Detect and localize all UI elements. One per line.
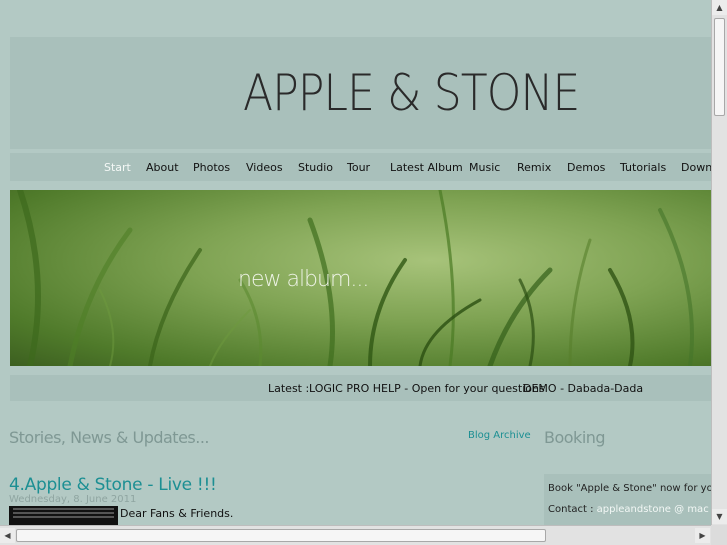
contact-label: Contact : (548, 504, 594, 515)
post-excerpt: Dear Fans & Friends. (120, 507, 234, 520)
booking-box (544, 474, 711, 525)
booking-title: Booking (544, 428, 606, 447)
nav-item-tour[interactable]: Tour (347, 161, 370, 174)
latest-label: Latest : (268, 382, 310, 395)
site-title: APPLE & STONE (243, 64, 580, 122)
nav-item-demos[interactable]: Demos (567, 161, 605, 174)
booking-text: Book "Apple & Stone" now for you (548, 483, 711, 494)
section-title: Stories, News & Updates... (9, 428, 210, 447)
post-title-link[interactable]: 4.Apple & Stone - Live !!! (9, 475, 217, 495)
nav-item-latest-album[interactable]: Latest Album (390, 161, 463, 174)
horizontal-scroll-thumb[interactable] (16, 529, 546, 542)
scroll-right-icon[interactable]: ▶ (695, 528, 710, 543)
nav-item-tutorials[interactable]: Tutorials (620, 161, 666, 174)
vertical-scrollbar[interactable]: ▲ ▼ (711, 0, 727, 525)
latest-link-logic-pro[interactable]: LOGIC PRO HELP - Open for your questions (309, 382, 545, 395)
nav-item-start[interactable]: Start (104, 161, 131, 174)
nav-item-remix[interactable]: Remix (517, 161, 551, 174)
nav-item-videos[interactable]: Videos (246, 161, 283, 174)
nav-item-studio[interactable]: Studio (298, 161, 333, 174)
scrollbar-corner (711, 525, 727, 545)
booking-contact: Contact : appleandstone @ mac (548, 504, 709, 515)
nav-item-photos[interactable]: Photos (193, 161, 230, 174)
contact-email-link[interactable]: appleandstone @ mac (597, 504, 709, 515)
latest-link-demo[interactable]: DEMO - Dabada-Dada (523, 382, 643, 395)
vertical-scroll-thumb[interactable] (714, 18, 725, 116)
nav-item-music[interactable]: Music (469, 161, 500, 174)
post-date: Wednesday, 8. June 2011 (9, 494, 137, 505)
post-thumbnail[interactable] (9, 506, 118, 525)
nav-item-downloads[interactable]: Downlo (681, 161, 711, 174)
nav-item-about[interactable]: About (146, 161, 179, 174)
horizontal-scrollbar[interactable]: ◀ ▶ (0, 525, 711, 545)
blog-archive-link[interactable]: Blog Archive (468, 430, 531, 441)
scroll-left-icon[interactable]: ◀ (0, 528, 15, 543)
hero-caption: new album... (238, 267, 369, 292)
page-viewport: APPLE & STONE Start About Photos Videos … (0, 0, 711, 525)
scroll-up-icon[interactable]: ▲ (712, 0, 727, 15)
scroll-down-icon[interactable]: ▼ (712, 509, 727, 524)
